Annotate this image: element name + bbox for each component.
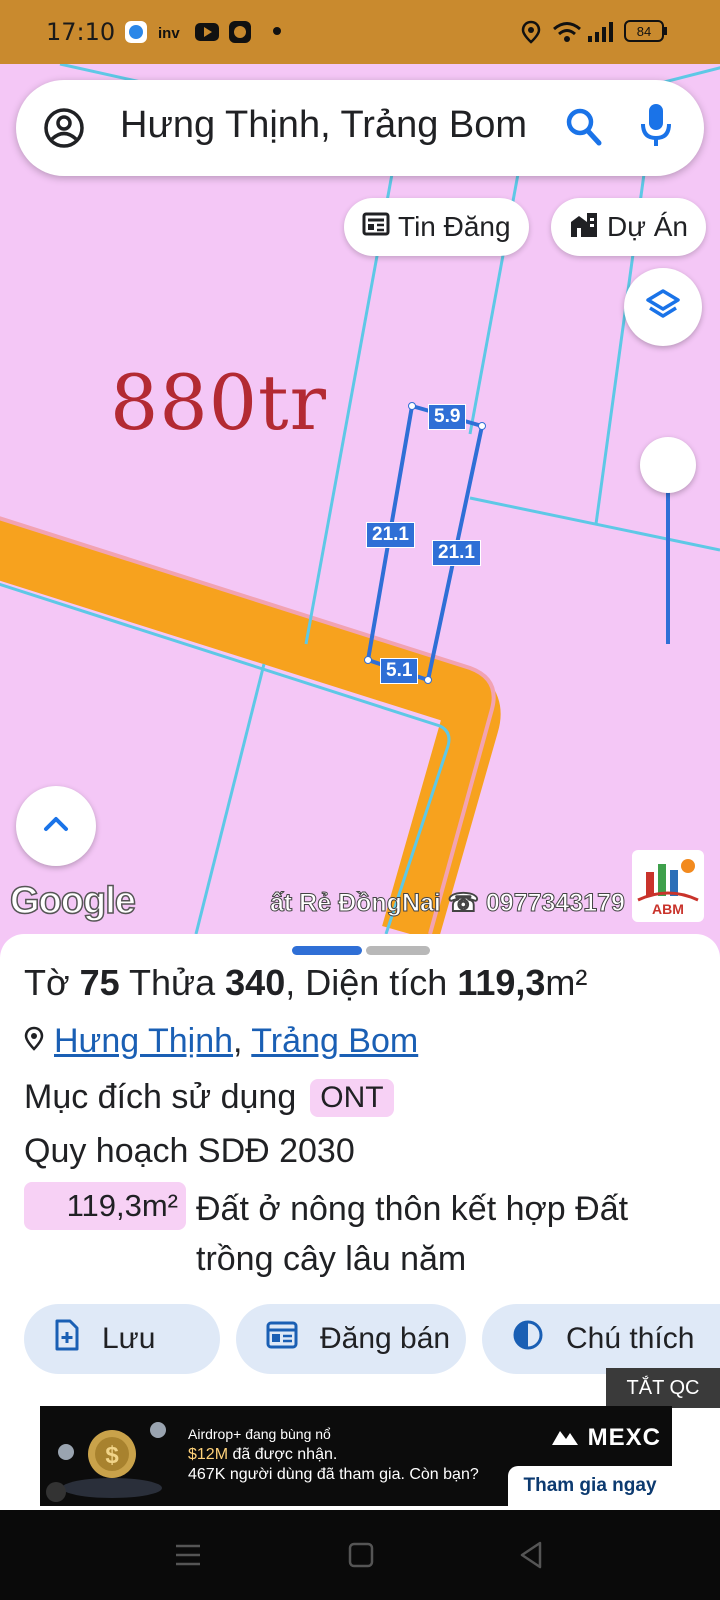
abm-logo-text: ABM <box>652 901 684 917</box>
land-use-label: Mục đích sử dụng <box>24 1078 297 1116</box>
battery-level: 84 <box>637 24 651 39</box>
app-icon <box>124 20 148 44</box>
newspaper-icon <box>362 211 390 244</box>
chip-tin-dang[interactable]: Tin Đăng <box>344 198 529 256</box>
parcel-number: 340 <box>225 962 286 1003</box>
save-button-label: Lưu <box>102 1322 156 1355</box>
wifi-icon <box>552 20 582 44</box>
map-canvas <box>0 64 720 934</box>
post-sale-button-label: Đăng bán <box>320 1322 451 1355</box>
dimension-label-top: 5.9 <box>428 404 467 430</box>
chevron-up-icon <box>42 814 70 839</box>
zoom-slider-handle[interactable] <box>640 437 696 493</box>
location-pin-icon <box>24 1022 44 1061</box>
map-view[interactable]: 880tr 5.9 21.1 21.1 5.1 <box>0 64 720 934</box>
close-ad-button[interactable]: TẮT QC <box>606 1368 720 1408</box>
chip-du-an-label: Dự Án <box>607 211 688 242</box>
location-icon <box>520 20 542 44</box>
google-logo: Google <box>9 879 136 923</box>
lion-icon <box>228 20 252 44</box>
account-icon[interactable] <box>42 106 86 155</box>
land-use-code-badge: ONT <box>310 1078 394 1117</box>
abm-logo: ABM <box>632 850 704 922</box>
expand-button[interactable] <box>16 786 96 866</box>
save-file-icon <box>54 1319 80 1359</box>
status-bar: 17:10 inv 84 <box>0 0 720 64</box>
system-nav-bar <box>0 1510 720 1600</box>
dot-icon <box>272 26 282 36</box>
parcel-area: 119,3 <box>457 962 546 1003</box>
district-link[interactable]: Hưng Thịnh <box>54 1022 233 1060</box>
battery-icon: 84 <box>624 18 668 44</box>
planning-area-badge: 119,3m² <box>24 1182 186 1230</box>
sheet-number: 75 <box>79 962 120 1003</box>
inv-icon: inv <box>158 20 184 44</box>
planning-description: Đất ở nông thôn kết hợp Đất trồng cây lâ… <box>196 1190 629 1278</box>
ad-cta-button[interactable]: Tham gia ngay <box>508 1466 672 1506</box>
parcel-summary: Tờ 75 Thửa 340, Diện tích 119,3m² <box>24 962 588 1003</box>
dimension-label-left: 21.1 <box>366 522 415 548</box>
ad-banner[interactable]: $ Airdrop+ đang bùng nổ $12M đã được nhậ… <box>40 1406 672 1506</box>
province-link[interactable]: Trảng Bom <box>251 1022 418 1060</box>
back-icon[interactable] <box>518 1540 544 1575</box>
mic-icon[interactable] <box>638 102 674 157</box>
ad-coin-illustration: $ <box>46 1422 166 1502</box>
listing-icon <box>266 1321 298 1357</box>
dimension-label-bottom: 5.1 <box>380 658 419 684</box>
planning-title: Quy hoạch SDĐ 2030 <box>24 1132 355 1170</box>
signal-icon <box>586 20 616 44</box>
search-icon[interactable] <box>564 106 604 153</box>
ad-users-line: 467K người dùng đã tham gia. Còn bạn? <box>188 1466 479 1483</box>
save-button[interactable]: Lưu <box>24 1304 220 1374</box>
svg-text:$: $ <box>105 1442 119 1469</box>
contrast-icon <box>512 1319 544 1359</box>
search-bar[interactable]: Hưng Thịnh, Trảng Bom <box>16 80 704 176</box>
chip-du-an[interactable]: Dự Án <box>551 198 706 256</box>
svg-text:inv: inv <box>158 25 180 42</box>
legend-button[interactable]: Chú thích <box>482 1304 720 1374</box>
layers-button[interactable] <box>624 268 702 346</box>
menu-icon[interactable] <box>174 1542 202 1573</box>
watermark-text: ất Rẻ ĐồngNai ☎ 0977343179 <box>270 889 626 918</box>
status-time: 17:10 <box>46 18 116 46</box>
zoom-slider-track <box>666 484 670 644</box>
mexc-logo-icon <box>552 1431 578 1445</box>
home-icon[interactable] <box>348 1542 374 1573</box>
post-sale-button[interactable]: Đăng bán <box>236 1304 466 1374</box>
page-indicator-active <box>292 946 362 955</box>
page-indicator-inactive <box>366 946 430 955</box>
legend-button-label: Chú thích <box>566 1322 695 1355</box>
ad-headline: Airdrop+ đang bùng nổ <box>188 1426 331 1442</box>
dimension-label-right: 21.1 <box>432 540 481 566</box>
youtube-icon <box>194 20 220 44</box>
ad-amount-line: $12M đã được nhận. <box>188 1446 338 1463</box>
ad-brand: MEXC <box>550 1424 661 1452</box>
search-input[interactable]: Hưng Thịnh, Trảng Bom <box>120 104 527 147</box>
price-label: 880tr <box>110 358 327 447</box>
chip-tin-dang-label: Tin Đăng <box>398 211 511 242</box>
layers-icon <box>645 287 681 328</box>
location-row: Hưng Thịnh, Trảng Bom <box>24 1022 418 1061</box>
building-icon <box>569 210 599 245</box>
land-use-row: Mục đích sử dụng ONT <box>24 1078 394 1117</box>
